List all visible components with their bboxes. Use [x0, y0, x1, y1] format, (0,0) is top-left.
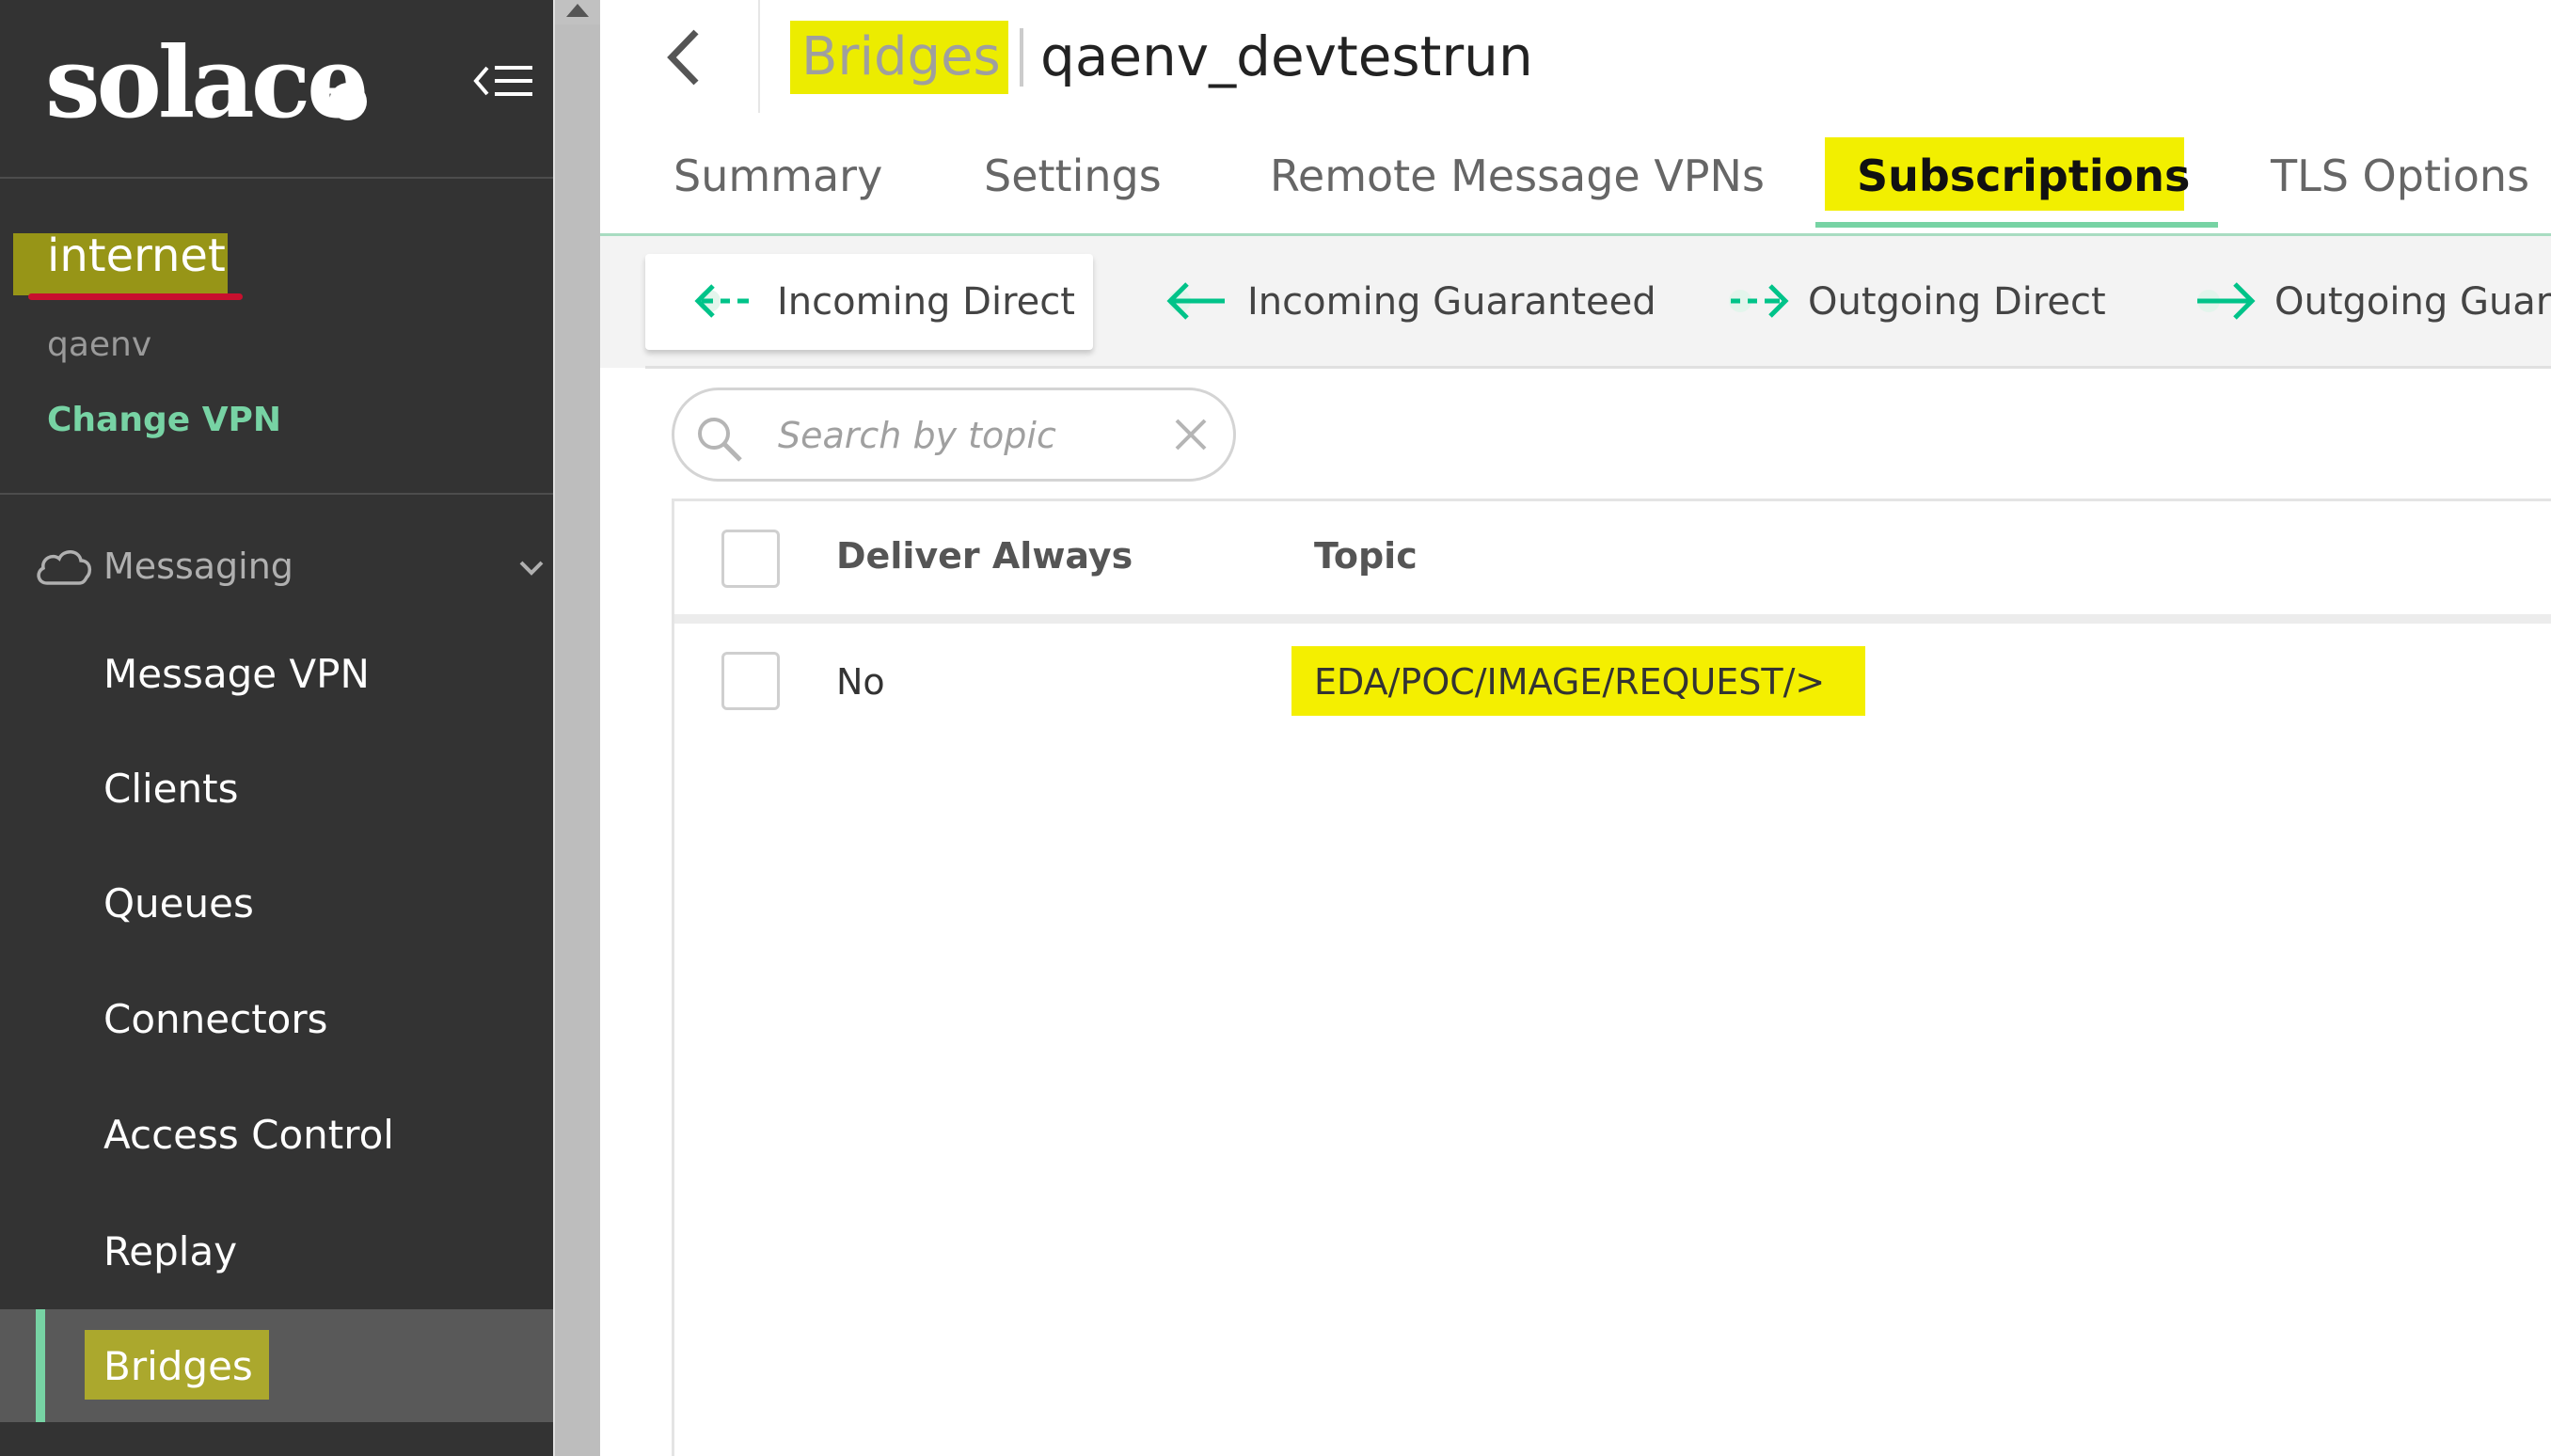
- main-content: Bridges qaenv_devtestrun Summary Setting…: [600, 0, 2551, 1456]
- subtab-outgoing-guaranteed[interactable]: Outgoing Guaranteed: [2192, 254, 2551, 350]
- sidebar-section-messaging[interactable]: Messaging: [0, 536, 553, 598]
- topic-cell: EDA/POC/IMAGE/REQUEST/>: [1314, 661, 1826, 703]
- tab-remote-message-vpns[interactable]: Remote Message VPNs: [1270, 150, 1765, 201]
- deliver-always-cell: No: [836, 661, 885, 703]
- table-header: Deliver Always Topic: [674, 501, 2551, 614]
- logo-dot-icon: [329, 83, 367, 120]
- breadcrumb-divider: [1020, 28, 1023, 87]
- sidebar-item-label: Clients: [103, 766, 239, 812]
- sidebar-item-access-control[interactable]: Access Control: [0, 1078, 553, 1191]
- sidebar-item-message-vpn[interactable]: Message VPN: [0, 617, 553, 730]
- sidebar-item-clients[interactable]: Clients: [0, 732, 553, 845]
- back-button[interactable]: [662, 26, 709, 88]
- subtab-incoming-direct[interactable]: Incoming Direct: [645, 254, 1093, 350]
- cloud-icon: [37, 550, 92, 585]
- sidebar-item-label: Bridges: [103, 1343, 253, 1389]
- scrollbar-thumb[interactable]: [555, 24, 602, 1456]
- subtab-label: Incoming Direct: [777, 280, 1075, 324]
- subscriptions-table: Deliver Always Topic No EDA/POC/IMAGE/RE…: [672, 499, 2551, 1456]
- sidebar-item-queues[interactable]: Queues: [0, 847, 553, 959]
- column-header-topic[interactable]: Topic: [1314, 535, 1418, 577]
- collapse-menu-icon: [473, 66, 532, 96]
- subtab-outgoing-direct[interactable]: Outgoing Direct: [1723, 254, 2106, 350]
- tab-subscriptions[interactable]: Subscriptions: [1857, 150, 2190, 201]
- header-divider: [758, 0, 760, 113]
- tab-summary[interactable]: Summary: [673, 150, 882, 201]
- vpn-name-underline: [28, 293, 243, 300]
- sidebar: solace internet qaenv Change VPN Messagi…: [0, 0, 553, 1456]
- column-header-deliver-always[interactable]: Deliver Always: [836, 535, 1133, 577]
- solace-logo: solace: [45, 24, 369, 140]
- active-indicator: [36, 1309, 45, 1422]
- change-vpn-link[interactable]: Change VPN: [47, 401, 281, 439]
- scroll-up-arrow-icon[interactable]: [566, 4, 589, 17]
- sidebar-scrollbar[interactable]: [553, 0, 602, 1456]
- close-icon[interactable]: [1169, 413, 1212, 456]
- search-icon: [698, 418, 742, 462]
- sidebar-divider: [0, 177, 553, 179]
- sidebar-item-label: Access Control: [103, 1112, 394, 1158]
- outgoing-direct-icon: [1729, 284, 1789, 318]
- subtab-label: Incoming Guaranteed: [1247, 280, 1656, 324]
- sidebar-section-label: Messaging: [103, 546, 293, 587]
- search-input[interactable]: [778, 409, 1164, 462]
- subtab-label: Outgoing Direct: [1808, 280, 2106, 324]
- subtabs-divider: [645, 366, 2551, 369]
- subtab-incoming-guaranteed[interactable]: Incoming Guaranteed: [1159, 254, 1656, 350]
- tab-settings[interactable]: Settings: [984, 150, 1162, 201]
- sidebar-item-label: Queues: [103, 880, 254, 926]
- vpn-name: internet: [47, 229, 226, 282]
- sidebar-divider: [0, 493, 553, 495]
- row-checkbox[interactable]: [721, 652, 780, 710]
- search-box: [672, 388, 1236, 482]
- subtab-label: Outgoing Guaranteed: [2274, 280, 2551, 324]
- sidebar-item-label: Connectors: [103, 996, 328, 1042]
- header-divider: [674, 614, 2551, 624]
- incoming-direct-icon: [694, 284, 749, 318]
- chevron-down-icon: [519, 561, 544, 576]
- sidebar-item-replay[interactable]: Replay: [0, 1195, 553, 1307]
- collapse-sidebar-button[interactable]: [470, 55, 538, 107]
- active-tab-underline: [1815, 222, 2218, 228]
- outgoing-guaranteed-icon: [2197, 282, 2256, 320]
- chevron-left-icon: [667, 29, 699, 86]
- tab-tls-options[interactable]: TLS Options: [2271, 150, 2529, 201]
- sidebar-item-label: Replay: [103, 1228, 238, 1274]
- sidebar-item-label: Message VPN: [103, 651, 370, 697]
- sidebar-item-connectors[interactable]: Connectors: [0, 962, 553, 1075]
- vpn-subtitle: qaenv: [47, 325, 152, 364]
- incoming-guaranteed-icon: [1166, 282, 1225, 320]
- sidebar-item-bridges[interactable]: Bridges: [0, 1309, 553, 1422]
- select-all-checkbox[interactable]: [721, 530, 780, 588]
- table-row[interactable]: No EDA/POC/IMAGE/REQUEST/>: [674, 624, 2551, 746]
- breadcrumb-bridges-link[interactable]: Bridges: [801, 26, 1001, 87]
- page-title: qaenv_devtestrun: [1040, 24, 1533, 88]
